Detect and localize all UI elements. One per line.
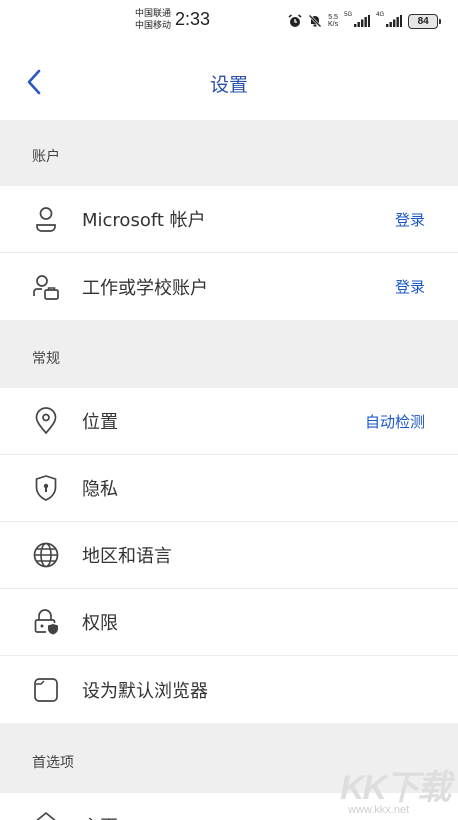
row-region-language[interactable]: 地区和语言: [0, 522, 458, 589]
signal-icon: [386, 15, 403, 27]
row-location[interactable]: 位置 自动检测: [0, 388, 458, 455]
row-label: 主页: [82, 813, 118, 820]
page-title: 设置: [209, 74, 248, 96]
row-label: 工作或学校账户: [82, 277, 208, 299]
carrier-2: 中国移动: [135, 21, 172, 31]
home-icon: [30, 807, 62, 820]
row-label: 权限: [82, 613, 118, 634]
globe-icon: [30, 539, 62, 571]
status-time: 2:33: [175, 9, 211, 29]
battery-icon: 84: [408, 13, 442, 29]
section-title-preferences: 首选项: [32, 755, 74, 771]
carrier-info: 中国联通 中国移动: [135, 8, 171, 32]
network-speed-value: 5.5: [328, 14, 338, 21]
sign-in-link[interactable]: 登录: [395, 276, 425, 297]
mute-bell-icon: [308, 14, 322, 28]
section-header-general: 常规: [0, 320, 458, 388]
auto-detect-link[interactable]: 自动检测: [365, 411, 425, 432]
row-privacy[interactable]: 隐私: [0, 455, 458, 522]
network-speed-unit: K/s: [328, 21, 339, 28]
location-pin-icon: [30, 405, 62, 437]
row-label: 位置: [82, 412, 118, 433]
row-label: 设为默认浏览器: [82, 680, 208, 702]
browser-window-icon: [30, 674, 62, 706]
app-bar: 设置: [0, 42, 458, 120]
alarm-icon: [288, 14, 302, 27]
person-icon: [30, 203, 62, 235]
network-speed: 5.5 K/s: [328, 14, 338, 28]
row-label: 隐私: [82, 479, 118, 500]
carrier-1: 中国联通: [135, 9, 172, 19]
sign-in-link[interactable]: 登录: [395, 209, 425, 230]
battery-level: 84: [417, 15, 429, 27]
status-bar: 中国联通 中国移动 2:33 5.5 K/s 5G 4G 84: [0, 0, 458, 42]
watermark-url: www.kkx.net: [348, 804, 410, 816]
shield-lock-icon: [30, 472, 62, 504]
section-header-account: 账户: [0, 120, 458, 186]
network-type-2: 4G: [376, 12, 385, 18]
lock-shield-icon: [30, 606, 62, 638]
section-title-general: 常规: [32, 351, 60, 367]
row-label: 地区和语言: [82, 546, 172, 567]
status-icons: 5.5 K/s 5G 4G 84: [288, 12, 442, 30]
section-title-account: 账户: [32, 149, 60, 165]
person-briefcase-icon: [30, 271, 62, 303]
row-default-browser[interactable]: 设为默认浏览器: [0, 656, 458, 723]
row-permissions[interactable]: 权限: [0, 589, 458, 656]
watermark: KK下载 www.kkx.net: [340, 760, 455, 820]
row-label: Microsoft 帐户: [82, 210, 206, 231]
watermark-logo: KK下载: [340, 769, 451, 807]
row-work-school-account[interactable]: 工作或学校账户 登录: [0, 253, 458, 320]
signal-icon: [354, 15, 371, 27]
row-microsoft-account[interactable]: Microsoft 帐户 登录: [0, 186, 458, 253]
network-type-1: 5G: [344, 12, 353, 18]
